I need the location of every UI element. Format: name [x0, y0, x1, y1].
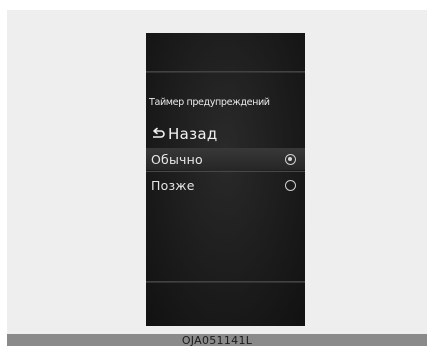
radio-unselected-icon — [285, 179, 296, 191]
option-label: Обычно — [151, 151, 203, 167]
back-arrow-icon — [153, 127, 165, 138]
bottom-divider — [146, 281, 305, 283]
option-normal[interactable]: Обычно — [146, 148, 305, 170]
figure-caption: OJA051141L — [181, 334, 253, 347]
option-divider — [146, 171, 305, 172]
back-button[interactable]: Назад — [150, 123, 218, 145]
menu-title: Таймер предупреждений — [149, 97, 270, 108]
radio-selected-icon — [285, 153, 296, 165]
option-label: Позже — [151, 177, 195, 193]
cluster-display: Таймер предупреждений Назад Обычно Позже — [146, 33, 305, 326]
option-later[interactable]: Позже — [146, 174, 305, 196]
back-label: Назад — [168, 125, 218, 143]
top-divider — [146, 71, 305, 73]
